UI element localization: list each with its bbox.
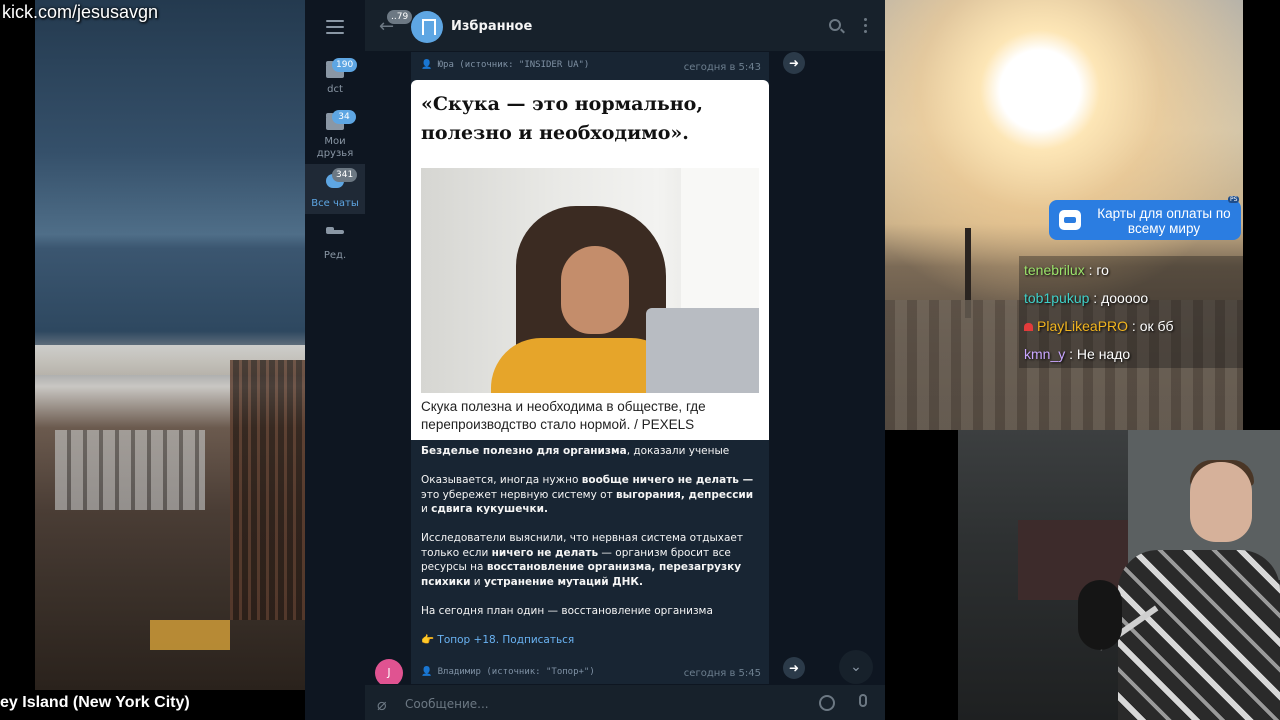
text-bold: выгорания, депрессии [616,488,754,501]
microphone-icon[interactable] [859,694,867,707]
text-span: и [421,503,432,515]
folder-my-friends[interactable]: 34 Мои друзья [305,106,365,159]
sliders-icon [326,227,344,234]
folder-label: dct [327,84,343,95]
folder-sidebar: 190 dct 34 Мои друзья 341 Все чаты Ред. [305,0,365,720]
pointing-hand-icon: 👉 [421,633,435,646]
chat-text: Не надо [1076,346,1131,362]
text-span: это убережет нервную систему от [421,488,617,501]
microphone [1078,580,1122,650]
message-bubble-2[interactable]: 👤 Владимир (источник: "Топор+") сегодня … [411,664,769,684]
text-bold: Безделье полезно для организма [421,445,627,457]
text-bold: устранение мутаций ДНК. [483,575,643,588]
promo-badge: PS [1228,196,1240,203]
unread-count-badge: ..79 [387,10,413,24]
promo-banner: Карты для оплаты по всему миру [1049,200,1241,240]
forward-icon[interactable]: ➜ [783,52,805,74]
message-time: сегодня в 5:45 [683,668,761,679]
more-options-icon[interactable] [864,18,868,34]
article-headline: «Скука — это нормально, полезно и необхо… [421,93,703,144]
text-bold: ничего не делать [491,546,599,559]
folder-badge: 341 [332,168,358,182]
telegram-window: 190 dct 34 Мои друзья 341 Все чаты Ред. … [305,0,885,720]
text-bold: вообще ничего не делать — [581,474,754,486]
roller-coaster [230,360,305,620]
streamer-head [1190,462,1252,542]
chat-text: ок бб [1139,318,1174,334]
scroll-down-button[interactable]: ⌄ [839,650,873,684]
stream-url: kick.com/jesusavgn [2,2,159,22]
chat-header: ← ..79 Избранное [365,0,885,52]
chat-username: tob1pukup [1024,290,1090,306]
folder-edit[interactable]: Ред. [305,222,365,274]
chat-username: tenebrilux [1024,262,1085,278]
buildings [55,430,205,510]
text-span: Оказывается, иногда нужно [421,474,582,486]
chat-username: PlayLikeaPRO [1037,318,1129,334]
link-preview-card[interactable]: «Скука — это нормально, полезно и необхо… [411,80,769,440]
heart-icon [1024,323,1033,331]
emoji-icon[interactable] [819,695,835,711]
chat-text: го [1096,262,1109,278]
yellow-bus [150,620,230,650]
photo-window [681,168,759,328]
message-bubble[interactable]: 👤 Юра (источник: "INSIDER UA") сегодня в… [411,52,769,684]
message-text: Безделье полезно для организма, доказали… [421,444,761,662]
promo-text: Карты для оплаты по всему миру [1097,206,1231,236]
folder-label: Все чаты [311,198,359,209]
menu-icon[interactable] [326,20,344,34]
forwarded-from[interactable]: 👤 Владимир (источник: "Топор+") [421,667,595,677]
message-list[interactable]: 👤 Юра (источник: "INSIDER UA") сегодня в… [365,52,885,684]
chat-username: kmn_y [1024,346,1066,362]
subscribe-link[interactable]: Топор +18. Подписаться [434,634,574,646]
message-input[interactable] [405,693,785,715]
article-photo[interactable] [421,168,759,393]
chat-title[interactable]: Избранное [451,19,532,34]
folder-all-chats[interactable]: 341 Все чаты [305,164,365,214]
text-span: и [470,575,484,588]
photo-girl-face [561,246,629,334]
folder-label: Ред. [323,250,347,261]
folder-label: Мои друзья [316,136,354,159]
forwarded-from-text: Владимир (источник: "Топор+") [437,667,595,677]
text-bold: сдвига кукушечки. [431,503,548,515]
stream-scene-left [35,0,305,690]
chat-message: kmn_y : Не надо [1019,340,1243,368]
folder-badge: 190 [332,58,358,72]
streamer-webcam [958,430,1280,720]
forward-icon[interactable]: ➜ [783,657,805,679]
stream-location-caption: ey Island (New York City) [0,694,190,711]
text-span: , доказали ученые [626,445,730,457]
folder-badge: 34 [332,110,356,124]
message-composer: ⌀ [365,684,885,720]
card-icon [1059,210,1081,230]
chat-message: tenebrilux : го [1019,256,1243,284]
chat-message: tob1pukup : дооооо [1019,284,1243,312]
forwarded-from-text: Юра (источник: "INSIDER UA") [437,60,590,70]
photo-caption: Скука полезна и необходима в обществе, г… [421,399,706,432]
paperclip-icon[interactable]: ⌀ [377,695,387,714]
plan-text: На сегодня план один — восстановление ор… [421,604,713,617]
chat-text: дооооо [1101,290,1149,306]
chat-message: PlayLikeaPRO : ок бб [1019,312,1243,340]
photo-laptop [646,308,759,393]
search-icon[interactable] [829,19,841,31]
saved-messages-avatar[interactable] [411,11,443,43]
streamer-torso [1118,550,1280,720]
live-chat-overlay: tenebrilux : го tob1pukup : дооооо PlayL… [1019,256,1243,368]
forwarded-from[interactable]: 👤 Юра (источник: "INSIDER UA") [421,60,589,70]
folder-dct[interactable]: 190 dct [305,54,365,106]
sender-avatar[interactable]: J [375,659,403,684]
message-time: сегодня в 5:43 [683,62,761,73]
